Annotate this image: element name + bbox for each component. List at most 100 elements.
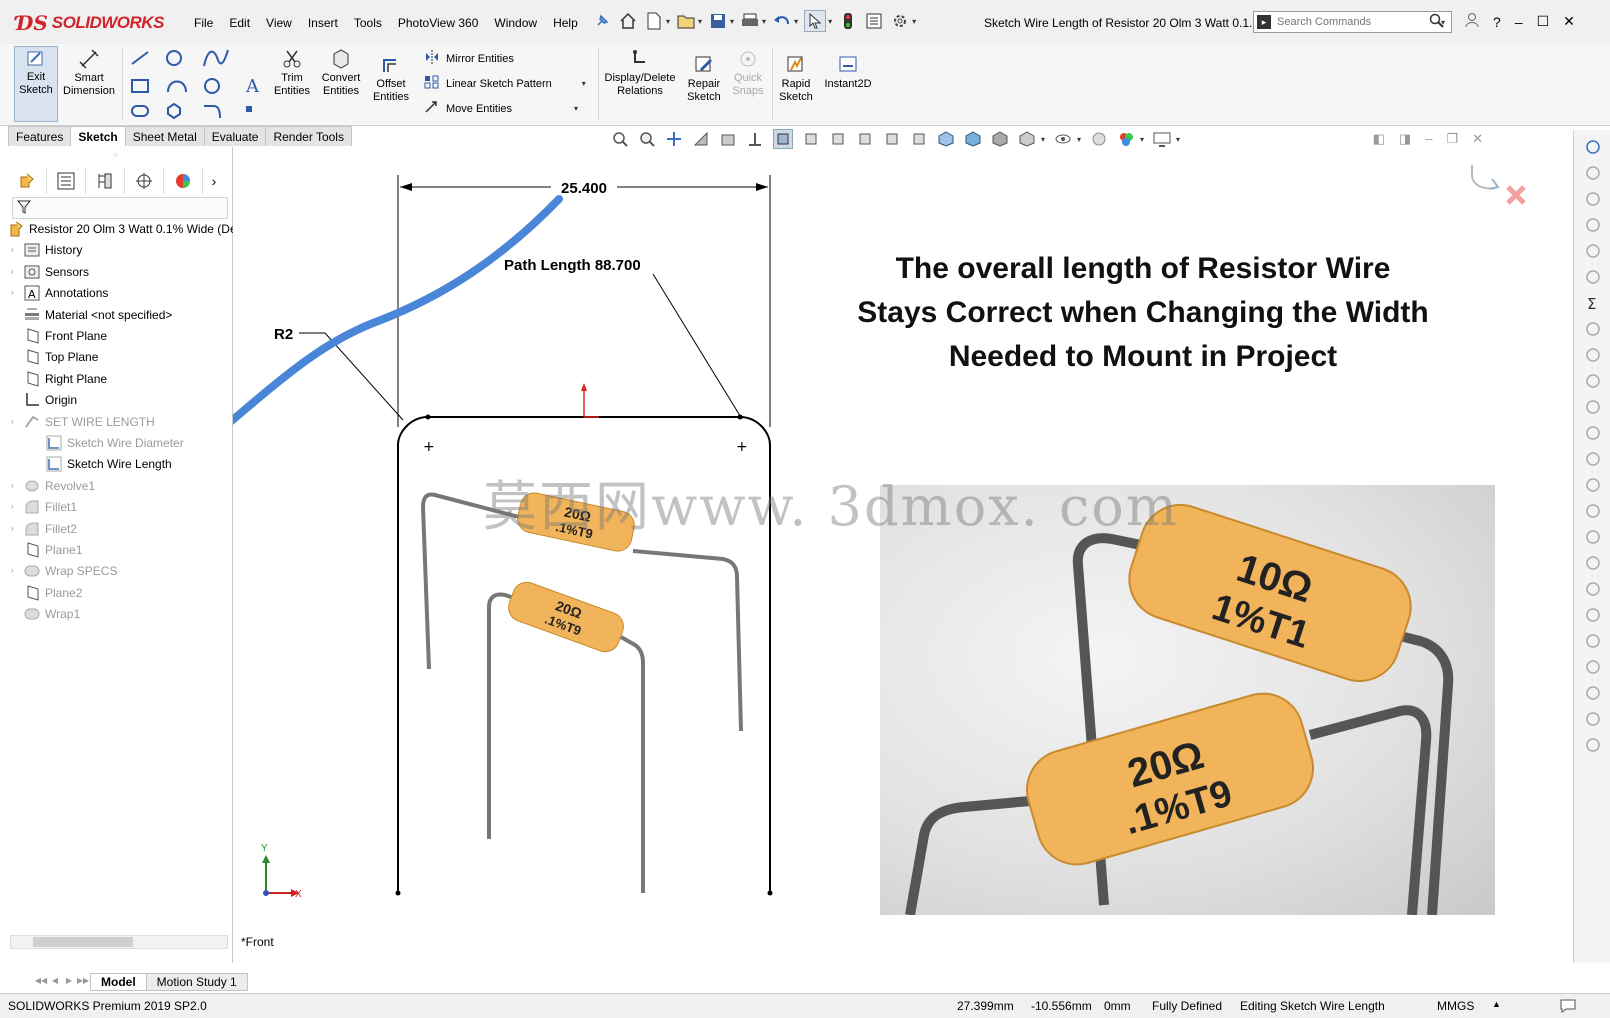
exit-sketch-button[interactable]: Exit Sketch [14, 46, 58, 122]
display-style-icon[interactable] [1018, 130, 1036, 148]
sketch-point[interactable] [737, 414, 743, 420]
pin-icon[interactable] [592, 11, 612, 31]
menu-tools[interactable]: Tools [346, 14, 390, 32]
tool-7-icon[interactable] [1584, 476, 1602, 494]
left-view-icon[interactable] [829, 130, 847, 148]
tree-item[interactable]: Material <not specified> [24, 307, 172, 323]
expand-arrow-icon[interactable]: › [11, 288, 14, 297]
sketch-entities-icons[interactable]: A [128, 48, 268, 120]
feature-manager-tab-icon[interactable] [8, 168, 47, 194]
file-properties-icon[interactable] [864, 11, 884, 31]
design-library-icon[interactable] [1584, 164, 1602, 182]
search-commands-input[interactable] [1275, 15, 1429, 29]
offset-entities-button[interactable]: Offset Entities [370, 54, 412, 104]
tab-features[interactable]: Features [8, 126, 72, 146]
tree-item[interactable]: Wrap1 [24, 606, 80, 622]
expand-arrow-icon[interactable]: › [11, 267, 14, 276]
sigma-icon[interactable]: Σ [1584, 294, 1602, 312]
pane-grip[interactable]: ⁘ [112, 151, 120, 160]
expand-arrow-icon[interactable]: › [11, 417, 14, 426]
view-settings-icon[interactable] [1153, 130, 1171, 148]
rebuild-icon[interactable] [838, 11, 858, 31]
save-icon[interactable] [708, 11, 728, 31]
expand-arrow-icon[interactable]: › [11, 245, 14, 254]
tool-8-icon[interactable] [1584, 502, 1602, 520]
first-tab-icon[interactable]: ◀◀ [34, 976, 48, 988]
last-tab-icon[interactable]: ▶▶ [76, 976, 90, 988]
tool-3-icon[interactable] [1584, 372, 1602, 390]
tree-item[interactable]: Top Plane [24, 349, 98, 366]
width-dimension-value[interactable]: 25.400 [561, 180, 607, 197]
menu-photoview[interactable]: PhotoView 360 [390, 14, 487, 32]
tree-item[interactable]: Origin [24, 392, 77, 408]
view-settings-caret-icon[interactable]: ▾ [1176, 135, 1180, 144]
trim-entities-button[interactable]: Trim Entities [272, 48, 312, 98]
tool-16-icon[interactable] [1584, 710, 1602, 728]
move-entities-button[interactable]: Move Entities ▾ [424, 100, 578, 117]
tool-6-icon[interactable] [1584, 450, 1602, 468]
tool-15-icon[interactable] [1584, 684, 1602, 702]
normal-to-icon[interactable] [746, 130, 764, 148]
menu-help[interactable]: Help [545, 14, 586, 32]
units-caret-icon[interactable]: ▲ [1492, 999, 1501, 1009]
tool-10-icon[interactable] [1584, 554, 1602, 572]
tool-5-icon[interactable] [1584, 424, 1602, 442]
display-manager-tab-icon[interactable] [164, 168, 203, 194]
section-view-icon[interactable] [692, 130, 710, 148]
tree-item[interactable]: Front Plane [24, 328, 107, 344]
expand-arrow-icon[interactable]: › [11, 502, 14, 511]
print-icon[interactable] [740, 11, 760, 31]
pan-icon[interactable] [665, 130, 683, 148]
tab-render-tools[interactable]: Render Tools [265, 126, 352, 146]
zoom-to-area-icon[interactable] [638, 130, 656, 148]
smart-dimension-button[interactable]: Smart Dimension [60, 48, 118, 98]
appearances-icon[interactable] [1584, 242, 1602, 260]
print-caret-icon[interactable]: ▾ [762, 17, 766, 26]
radius-value[interactable]: R2 [274, 326, 293, 343]
prev-tab-icon[interactable]: ◀ [48, 976, 62, 988]
bottom-view-icon[interactable] [910, 130, 928, 148]
repair-sketch-button[interactable]: Repair Sketch [684, 54, 724, 104]
menu-window[interactable]: Window [486, 14, 545, 32]
tool-17-icon[interactable] [1584, 736, 1602, 754]
property-manager-tab-icon[interactable] [47, 168, 86, 194]
hide-show-items-icon[interactable] [1054, 130, 1072, 148]
tree-item[interactable]: Plane2 [24, 585, 82, 601]
menu-view[interactable]: View [258, 14, 300, 32]
tree-item[interactable]: Plane1 [24, 542, 82, 558]
tab-sheet-metal[interactable]: Sheet Metal [124, 126, 205, 146]
instant2d-button[interactable]: Instant2D [820, 54, 876, 91]
close-icon[interactable]: ✕ [1563, 13, 1575, 30]
edit-appearance-icon[interactable] [1090, 130, 1108, 148]
tree-item[interactable]: Wrap SPECS [24, 563, 117, 579]
hide-show-caret-icon[interactable]: ▾ [1077, 135, 1081, 144]
tool-4-icon[interactable] [1584, 398, 1602, 416]
scene-caret-icon[interactable]: ▾ [1140, 135, 1144, 144]
select-caret-icon[interactable]: ▾ [828, 17, 832, 26]
sketch-point[interactable] [425, 414, 431, 420]
tile-left-icon[interactable]: ◧ [1373, 131, 1385, 147]
tool-2-icon[interactable] [1584, 346, 1602, 364]
help-icon[interactable]: ? [1493, 14, 1501, 30]
view-palette-icon[interactable] [1584, 216, 1602, 234]
tree-item[interactable]: Fillet2 [24, 521, 77, 537]
open-caret-icon[interactable]: ▾ [698, 17, 702, 26]
solidworks-resources-icon[interactable] [1584, 138, 1602, 156]
next-tab-icon[interactable]: ▶ [62, 976, 76, 988]
back-view-icon[interactable] [802, 130, 820, 148]
new-document-icon[interactable] [644, 11, 664, 31]
file-explorer-icon[interactable] [1584, 190, 1602, 208]
zoom-to-fit-icon[interactable] [611, 130, 629, 148]
tree-root-part[interactable]: Resistor 20 Olm 3 Watt 0.1% Wide (Def [8, 221, 240, 237]
mirror-entities-button[interactable]: Mirror Entities [424, 50, 514, 67]
tree-item[interactable]: History [24, 242, 82, 258]
linear-pattern-caret-icon[interactable]: ▾ [582, 79, 586, 88]
tool-9-icon[interactable] [1584, 528, 1602, 546]
expand-arrow-icon[interactable]: › [11, 566, 14, 575]
right-view-icon[interactable] [856, 130, 874, 148]
tab-sketch[interactable]: Sketch [70, 126, 126, 146]
path-length-dimension[interactable]: Path Length 88.700 [504, 257, 743, 420]
options-gear-icon[interactable] [890, 11, 910, 31]
tool-13-icon[interactable] [1584, 632, 1602, 650]
tab-model[interactable]: Model [90, 973, 147, 991]
